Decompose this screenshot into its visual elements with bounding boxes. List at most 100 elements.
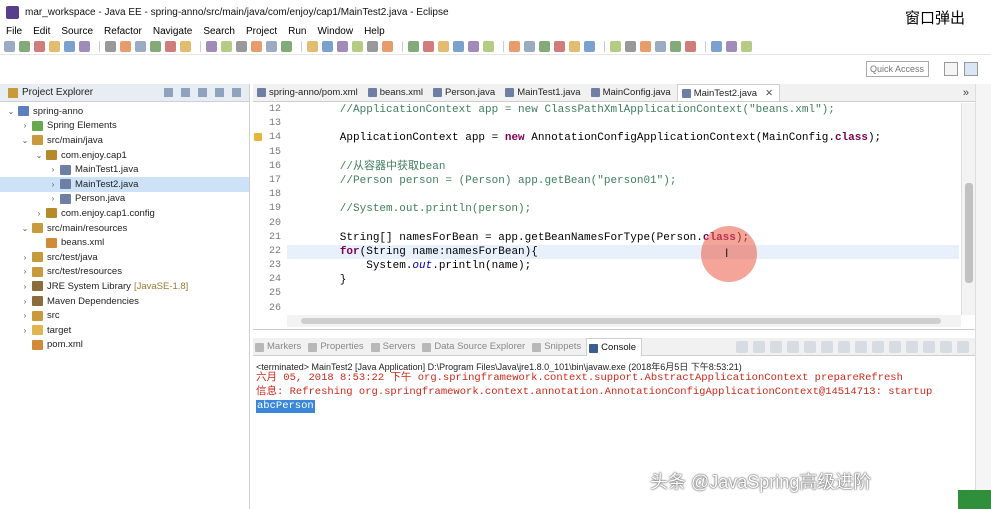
tree-item[interactable]: › com.enjoy.cap1.config: [0, 206, 249, 221]
console-action-icon[interactable]: [838, 340, 850, 353]
tree-item[interactable]: › MainTest1.java: [0, 162, 249, 177]
editor-vertical-scrollbar[interactable]: [961, 103, 975, 315]
toolbar-button-icon[interactable]: [483, 41, 494, 52]
code-line[interactable]: //ApplicationContext app = new ClassPath…: [287, 103, 959, 117]
menu-run[interactable]: Run: [288, 26, 306, 37]
menu-file[interactable]: File: [6, 26, 22, 37]
tree-item[interactable]: › Spring Elements: [0, 119, 249, 134]
toolbar-button-icon[interactable]: [135, 41, 146, 52]
console-output[interactable]: 六月 05, 2018 8:53:22 下午 org.springframewo…: [253, 371, 975, 413]
expand-toggle-icon[interactable]: ›: [20, 311, 30, 320]
scroll-thumb[interactable]: [301, 318, 941, 324]
toolbar-button-icon[interactable]: [711, 41, 722, 52]
tree-item[interactable]: › target: [0, 323, 249, 338]
console-action-icon[interactable]: [821, 340, 833, 353]
close-icon[interactable]: ✕: [765, 88, 773, 99]
toolbar-button-icon[interactable]: [34, 41, 45, 52]
menu-search[interactable]: Search: [203, 26, 235, 37]
console-tab[interactable]: Console: [586, 337, 643, 356]
toolbar-button-icon[interactable]: [408, 41, 419, 52]
tree-item[interactable]: › MainTest2.java: [0, 176, 249, 192]
menu-window[interactable]: Window: [317, 26, 353, 37]
console-action-icon[interactable]: [804, 340, 816, 353]
console-action-icon[interactable]: [889, 340, 901, 353]
toolbar-button-icon[interactable]: [165, 41, 176, 52]
toolbar-button-icon[interactable]: [569, 41, 580, 52]
toolbar-button-icon[interactable]: [655, 41, 666, 52]
expand-toggle-icon[interactable]: ›: [34, 209, 44, 218]
expand-toggle-icon[interactable]: ⌄: [34, 151, 44, 160]
toolbar-button-icon[interactable]: [180, 41, 191, 52]
toolbar-button-icon[interactable]: [301, 41, 302, 52]
code-line[interactable]: //从容器中获取bean: [287, 160, 959, 174]
toolbar-button-icon[interactable]: [640, 41, 651, 52]
tree-item[interactable]: ⌄ com.enjoy.cap1: [0, 148, 249, 163]
toolbar-button-icon[interactable]: [503, 41, 504, 52]
toolbar-button-icon[interactable]: [423, 41, 434, 52]
code-line[interactable]: String[] namesForBean = app.getBeanNames…: [287, 231, 959, 245]
editor-tab[interactable]: MainTest1.java: [501, 84, 586, 101]
menu-refactor[interactable]: Refactor: [104, 26, 142, 37]
toolbar-button-icon[interactable]: [266, 41, 277, 52]
toolbar-button-icon[interactable]: [554, 41, 565, 52]
expand-toggle-icon[interactable]: ⌄: [20, 136, 30, 145]
console-tab[interactable]: Data Source Explorer: [420, 338, 530, 356]
expand-toggle-icon[interactable]: ›: [20, 253, 30, 262]
editor-horizontal-scrollbar[interactable]: [287, 315, 961, 327]
toolbar-button-icon[interactable]: [221, 41, 232, 52]
tree-item[interactable]: › JRE System Library [JavaSE-1.8]: [0, 279, 249, 294]
console-action-icon[interactable]: [957, 340, 969, 353]
toolbar-button-icon[interactable]: [200, 41, 201, 52]
console-action-icon[interactable]: [906, 340, 918, 353]
tree-item[interactable]: pom.xml: [0, 338, 249, 353]
maximize-icon[interactable]: [232, 88, 241, 97]
expand-toggle-icon[interactable]: ›: [20, 326, 30, 335]
code-line[interactable]: System.out.println(name);: [287, 259, 959, 273]
code-area[interactable]: //ApplicationContext app = new ClassPath…: [287, 103, 959, 313]
console-action-icon[interactable]: [923, 340, 935, 353]
console-action-icon[interactable]: [736, 340, 748, 353]
code-line[interactable]: [287, 117, 959, 131]
console-action-icon[interactable]: [940, 340, 952, 353]
expand-toggle-icon[interactable]: ›: [20, 297, 30, 306]
toolbar-button-icon[interactable]: [453, 41, 464, 52]
tree-item[interactable]: beans.xml: [0, 235, 249, 250]
expand-toggle-icon[interactable]: ›: [48, 165, 58, 174]
toolbar-button-icon[interactable]: [236, 41, 247, 52]
code-line[interactable]: [287, 302, 959, 316]
toolbar-button-icon[interactable]: [352, 41, 363, 52]
toolbar-button-icon[interactable]: [610, 41, 621, 52]
toolbar-button-icon[interactable]: [281, 41, 292, 52]
menu-source[interactable]: Source: [61, 26, 93, 37]
expand-toggle-icon[interactable]: ⌄: [6, 107, 16, 116]
toolbar-button-icon[interactable]: [4, 41, 15, 52]
collapse-all-icon[interactable]: [164, 88, 173, 97]
console-action-icon[interactable]: [872, 340, 884, 353]
tree-item[interactable]: ⌄ src/main/java: [0, 133, 249, 148]
editor-tab[interactable]: beans.xml: [364, 84, 429, 101]
toolbar-button-icon[interactable]: [539, 41, 550, 52]
console-action-icon[interactable]: [770, 340, 782, 353]
toolbar-button-icon[interactable]: [99, 41, 100, 52]
expand-toggle-icon[interactable]: ⌄: [20, 224, 30, 233]
expand-toggle-icon[interactable]: ›: [20, 121, 30, 130]
tree-item[interactable]: › Maven Dependencies: [0, 294, 249, 309]
menu-project[interactable]: Project: [246, 26, 277, 37]
editor-tab[interactable]: spring-anno/pom.xml: [253, 84, 364, 101]
console-action-icon[interactable]: [787, 340, 799, 353]
link-with-editor-icon[interactable]: [181, 88, 190, 97]
toolbar-button-icon[interactable]: [524, 41, 535, 52]
more-tabs-icon[interactable]: »: [963, 87, 969, 99]
toolbar-button-icon[interactable]: [120, 41, 131, 52]
toolbar-button-icon[interactable]: [509, 41, 520, 52]
tree-item[interactable]: › Person.java: [0, 192, 249, 207]
menu-navigate[interactable]: Navigate: [153, 26, 192, 37]
toolbar-button-icon[interactable]: [584, 41, 595, 52]
console-tab[interactable]: Properties: [306, 338, 368, 356]
menu-edit[interactable]: Edit: [33, 26, 50, 37]
editor-tab[interactable]: Person.java: [429, 84, 501, 101]
scroll-thumb[interactable]: [965, 183, 973, 283]
code-line[interactable]: //Person person = (Person) app.getBean("…: [287, 174, 959, 188]
toolbar-button-icon[interactable]: [19, 41, 30, 52]
expand-toggle-icon[interactable]: ›: [48, 180, 58, 189]
